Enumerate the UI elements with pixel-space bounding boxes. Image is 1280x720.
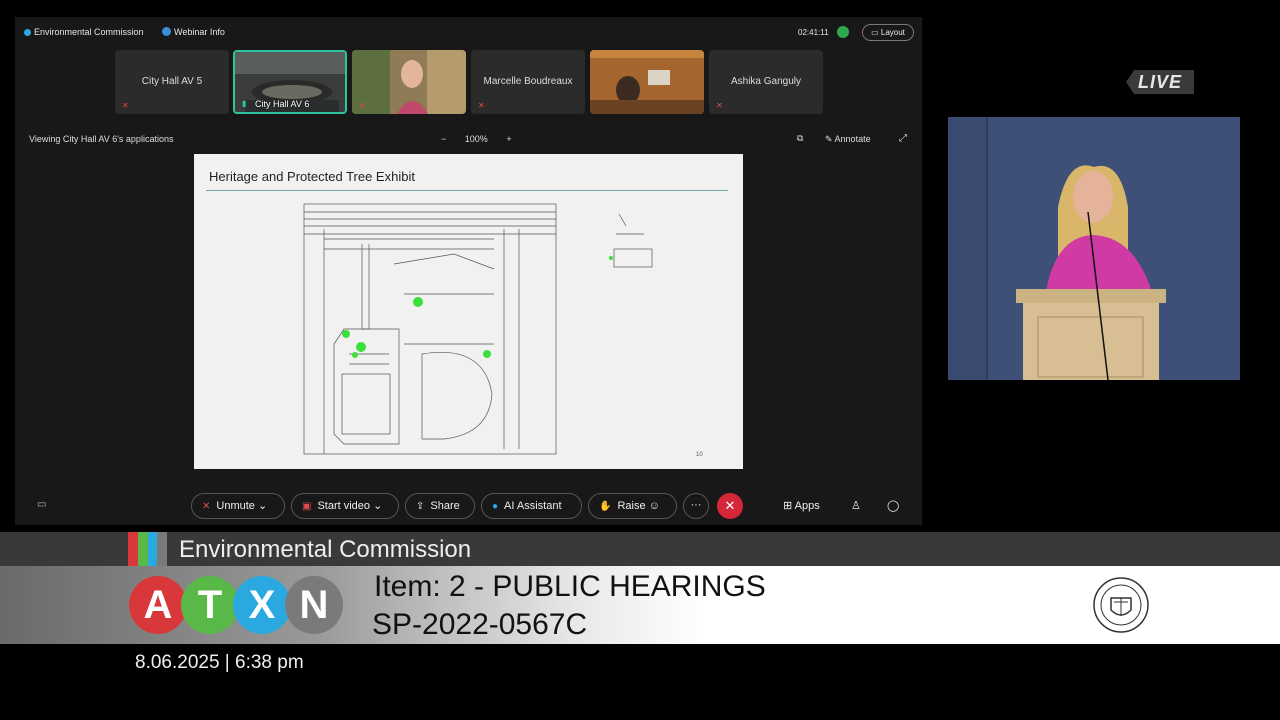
pop-out-icon[interactable]: ⧉ (797, 133, 803, 144)
site-plan-drawing (303, 203, 653, 455)
hand-icon: ✋ (599, 501, 612, 512)
shield-icon (162, 27, 171, 36)
unmute-button[interactable]: ✕ Unmute ⌄ (191, 493, 285, 519)
app-title: Environmental Commission (24, 27, 144, 37)
share-button[interactable]: ⇪ Share (405, 493, 475, 519)
participant-name: Ashika Ganguly (730, 76, 802, 87)
participant-video (352, 50, 466, 114)
live-badge: LIVE (1126, 70, 1194, 94)
case-number: SP-2022-0567C (372, 608, 588, 641)
brand-stripes (128, 532, 167, 566)
video-off-icon: ▣ (302, 501, 312, 512)
annotate-button[interactable]: ✎ Annotate (825, 134, 871, 145)
viewing-text: Viewing City Hall AV 6's applications (29, 134, 174, 144)
participant-tile[interactable]: Marcelle Boudreaux ✕ (471, 50, 585, 114)
participant-tile-active[interactable]: ▮ City Hall AV 6 (233, 50, 347, 114)
lower-third-title-bar: Environmental Commission (0, 532, 1280, 566)
participant-tile[interactable]: ✕ (352, 50, 466, 114)
mic-icon: ▮ (242, 99, 247, 108)
speaker-video (948, 117, 1240, 380)
atxn-logo-letter: T (181, 576, 239, 634)
lower-third-main: A T X N Item: 2 - PUBLIC HEARINGS SP-202… (0, 566, 1280, 644)
participant-name: City Hall AV 6 (255, 99, 310, 109)
pen-icon: ✎ (825, 134, 835, 144)
city-seal-icon (1093, 577, 1149, 633)
meeting-toolbar: ▭ ✕ Unmute ⌄ ▣ Start video ⌄ ⇪ Share ● AI As… (15, 490, 922, 520)
start-video-button[interactable]: ▣ Start video ⌄ (291, 493, 399, 519)
reaction-icon: ☺ (648, 500, 660, 512)
captions-icon[interactable]: ▭ (37, 499, 46, 510)
agenda-item: Item: 2 - PUBLIC HEARINGS (374, 570, 766, 603)
commission-name: Environmental Commission (179, 536, 472, 563)
speaker-image (948, 117, 1240, 380)
zoom-in-button[interactable]: + (506, 134, 511, 144)
more-options-button[interactable]: ··· (683, 493, 709, 519)
chat-icon[interactable]: ◯ (887, 499, 899, 512)
leave-meeting-button[interactable]: ✕ (717, 493, 743, 519)
muted-mic-icon: ✕ (478, 101, 485, 110)
webex-window: Environmental Commission Webinar Info 02… (15, 17, 922, 525)
brand-stripe (128, 532, 138, 566)
muted-mic-icon: ✕ (359, 101, 366, 110)
brand-stripe (147, 532, 158, 566)
apps-button[interactable]: ⊞ Apps (783, 499, 820, 512)
ai-assistant-button[interactable]: ● AI Assistant (481, 493, 582, 519)
participant-name: Marcelle Boudreaux (483, 76, 573, 87)
broadcast-datetime: 8.06.2025 | 6:38 pm (135, 652, 304, 673)
zoom-out-button[interactable]: − (441, 134, 446, 144)
participant-tile[interactable]: City Hall AV 5 ✕ (115, 50, 229, 114)
participant-name: City Hall AV 5 (141, 76, 203, 87)
share-icon: ⇪ (416, 501, 425, 512)
atxn-logo-letter: X (233, 576, 291, 634)
apps-icon: ⊞ (783, 500, 795, 512)
brand-stripe (137, 532, 148, 566)
connection-status-icon (837, 26, 849, 38)
participant-tile[interactable]: Ashika Ganguly ✕ (709, 50, 823, 114)
muted-mic-icon: ✕ (202, 501, 211, 512)
participant-video (590, 50, 704, 114)
muted-mic-icon: ✕ (716, 101, 723, 110)
raise-hand-button[interactable]: ✋ Raise ☺ (588, 493, 677, 519)
title-bar: Environmental Commission Webinar Info 02… (15, 17, 922, 47)
webinar-info-button[interactable]: Webinar Info (162, 27, 225, 37)
expand-icon[interactable]: ⤢ (899, 133, 907, 144)
brand-stripe (157, 532, 167, 566)
muted-mic-icon: ✕ (122, 101, 129, 110)
layout-button[interactable]: ▭ Layout (862, 24, 914, 41)
webex-logo-icon (24, 29, 31, 36)
meeting-timer: 02:41:11 (798, 28, 829, 37)
slide-page-number: 10 (696, 452, 703, 458)
shared-slide: Heritage and Protected Tree Exhibit 10 (194, 154, 743, 469)
zoom-control: − 100% + (433, 134, 520, 144)
tree-markers (342, 256, 613, 358)
participants-icon[interactable]: ♙ (851, 499, 861, 512)
atxn-logo-letter: A (129, 576, 187, 634)
share-bar: Viewing City Hall AV 6's applications − … (15, 130, 922, 150)
zoom-level: 100% (464, 134, 488, 144)
atxn-logo-letter: N (285, 576, 343, 634)
ai-assistant-icon: ● (492, 501, 499, 512)
layout-icon: ▭ (871, 28, 881, 37)
participant-tile[interactable] (590, 50, 704, 114)
